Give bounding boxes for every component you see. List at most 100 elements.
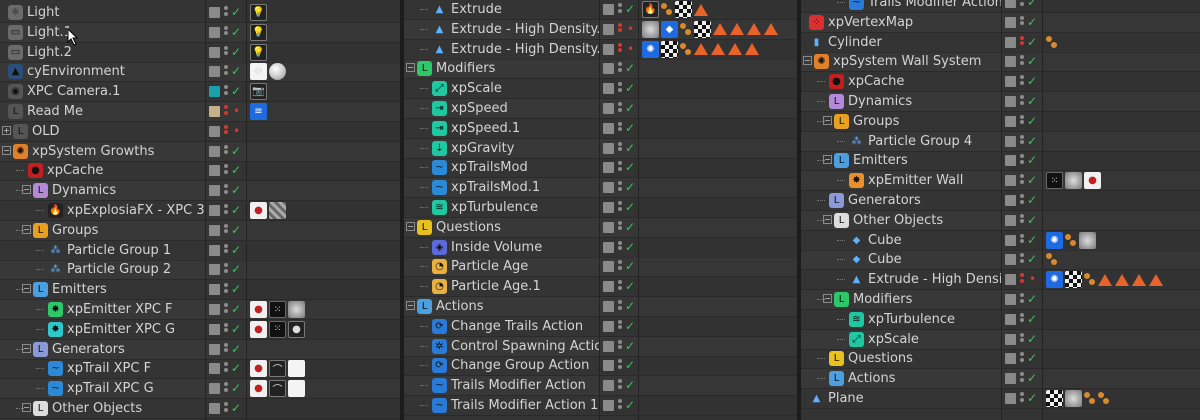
visibility-dots[interactable]: [224, 164, 228, 177]
checker-material-tag-icon[interactable]: [1065, 271, 1082, 289]
enabled-check-icon[interactable]: ✓: [231, 320, 241, 339]
enabled-check-icon[interactable]: ✓: [1027, 171, 1037, 190]
layer-color-swatch[interactable]: [1005, 313, 1016, 325]
object-name-cell[interactable]: ≋ xpTurbulence: [849, 310, 955, 329]
selection-tag-icon[interactable]: [1046, 251, 1058, 268]
layer-color-swatch[interactable]: [603, 340, 614, 352]
object-name-cell[interactable]: ● xpCache: [829, 72, 904, 91]
enabled-check-icon[interactable]: ✓: [231, 399, 241, 418]
triangle-tag-icon[interactable]: [694, 1, 708, 18]
visibility-dots[interactable]: [224, 144, 228, 158]
tree-row[interactable]: ~ Trails Modifier Action 1: [801, 0, 1015, 13]
xp-cache-tag-icon[interactable]: ●: [250, 202, 267, 219]
enabled-check-icon[interactable]: ✓: [1027, 33, 1037, 52]
triangle-tag-icon[interactable]: [728, 41, 742, 58]
visibility-dots[interactable]: [618, 201, 622, 214]
object-tag-icon[interactable]: ⌒: [269, 360, 286, 378]
tree-row[interactable]: ⤢ xpScale: [801, 330, 1001, 350]
object-name-cell[interactable]: L Questions: [829, 349, 913, 368]
enabled-check-icon[interactable]: ✓: [231, 340, 241, 359]
white-material-tag-icon[interactable]: ⊖: [250, 63, 267, 81]
layer-color-swatch[interactable]: [1005, 76, 1016, 88]
enabled-check-icon[interactable]: ✓: [1027, 290, 1037, 309]
noise-material-tag-icon[interactable]: [1065, 390, 1082, 407]
object-name-cell[interactable]: ✸ xpEmitter XPC G: [48, 320, 175, 339]
object-name-cell[interactable]: L Groups: [834, 112, 899, 131]
visibility-dots[interactable]: [1020, 332, 1024, 346]
tree-row[interactable]: 🔥 xpExplosiaFX - XPC 3: [0, 201, 205, 221]
object-name-cell[interactable]: ⤢ xpScale: [849, 330, 919, 349]
enabled-check-icon[interactable]: ✓: [1027, 112, 1037, 131]
visibility-dots[interactable]: [618, 379, 622, 392]
enabled-check-icon[interactable]: ✓: [625, 59, 635, 78]
triangle-tag-icon[interactable]: [1115, 271, 1129, 288]
triangle-tag-icon[interactable]: [1149, 271, 1163, 288]
xp-cache-tag-icon[interactable]: ●: [250, 380, 267, 398]
layer-color-swatch[interactable]: [603, 241, 614, 253]
layer-color-swatch[interactable]: [209, 165, 220, 177]
object-name-cell[interactable]: ⁂ Particle Group 2: [48, 260, 172, 279]
object-name-cell[interactable]: ⁂ Particle Group 1: [48, 241, 172, 260]
visibility-dots[interactable]: [224, 303, 228, 316]
enabled-check-icon[interactable]: ✓: [231, 359, 241, 378]
layer-color-swatch[interactable]: [209, 264, 220, 276]
object-name-cell[interactable]: ~ xpTrailsMod: [432, 158, 528, 177]
tree-row[interactable]: ≋ xpTurbulence: [404, 198, 599, 218]
enabled-check-icon[interactable]: ✓: [231, 161, 241, 180]
selection-tag-icon[interactable]: [1065, 232, 1077, 249]
tree-row[interactable]: ◆ Cube: [801, 250, 1001, 271]
layer-color-swatch[interactable]: [209, 125, 220, 137]
layer-color-swatch[interactable]: [209, 224, 220, 236]
visibility-dots[interactable]: [1020, 75, 1024, 88]
object-name-cell[interactable]: L Generators: [33, 340, 125, 359]
collapse-toggle[interactable]: −: [406, 63, 415, 73]
layer-color-swatch[interactable]: [209, 106, 220, 117]
enabled-check-icon[interactable]: ✓: [1027, 389, 1037, 408]
tree-row[interactable]: − L Modifiers: [801, 290, 1001, 310]
blue-tag-icon[interactable]: ✺: [1046, 271, 1063, 289]
tree-row[interactable]: ✸ xpEmitter XPC G: [0, 320, 205, 340]
object-name-cell[interactable]: ◆ Cube: [849, 231, 902, 250]
tree-row[interactable]: ◔ Particle Age: [404, 257, 599, 278]
object-tag-icon[interactable]: 📷: [250, 83, 267, 101]
object-name-cell[interactable]: L Other Objects: [834, 211, 943, 230]
object-name-cell[interactable]: L Read Me: [8, 102, 83, 121]
object-name-cell[interactable]: ▭ Light.2: [8, 43, 72, 62]
layer-color-swatch[interactable]: [603, 261, 614, 273]
visibility-dots[interactable]: [618, 102, 622, 115]
enabled-check-icon[interactable]: ✓: [625, 79, 635, 98]
disabled-marker-icon[interactable]: •: [1029, 270, 1036, 289]
visibility-dots[interactable]: [1020, 134, 1024, 148]
selection-tag-icon[interactable]: [1098, 390, 1110, 407]
layer-color-swatch[interactable]: [209, 284, 220, 296]
noise-material-tag-icon[interactable]: [1079, 231, 1096, 249]
visibility-dots[interactable]: [1020, 253, 1024, 266]
visibility-dots[interactable]: [1020, 0, 1024, 9]
visibility-dots[interactable]: [224, 223, 228, 237]
object-name-cell[interactable]: ⇥ xpSpeed: [432, 99, 508, 118]
tree-row[interactable]: L Questions: [801, 349, 1001, 370]
tree-row[interactable]: ▮ Cylinder: [801, 33, 1001, 53]
layer-color-swatch[interactable]: [1005, 333, 1016, 345]
visibility-dots[interactable]: [224, 65, 228, 78]
enabled-check-icon[interactable]: ✓: [1027, 231, 1037, 250]
enabled-check-icon[interactable]: ✓: [231, 181, 241, 200]
blue-tag-icon[interactable]: ✺: [1046, 231, 1063, 249]
layer-color-swatch[interactable]: [1005, 353, 1016, 365]
object-name-cell[interactable]: L Other Objects: [33, 399, 142, 418]
object-name-cell[interactable]: ▲ Extrude - High Density.1: [432, 20, 609, 39]
layer-color-swatch[interactable]: [1005, 155, 1016, 167]
visibility-dots[interactable]: [618, 319, 622, 333]
visibility-dots[interactable]: [224, 342, 228, 356]
layer-color-swatch[interactable]: [603, 221, 614, 233]
tree-row[interactable]: − L Dynamics: [0, 181, 205, 202]
visibility-dots[interactable]: [224, 402, 228, 415]
visibility-dots[interactable]: [618, 339, 622, 353]
xp-cache-tag-icon[interactable]: ●: [250, 320, 267, 338]
enabled-check-icon[interactable]: ✓: [1027, 72, 1037, 91]
enabled-check-icon[interactable]: ✓: [625, 317, 635, 336]
object-tag-icon[interactable]: 💡: [250, 23, 267, 41]
tree-row[interactable]: ◉ XPC Camera.1: [0, 82, 205, 103]
object-name-cell[interactable]: L Emitters: [834, 151, 908, 170]
triangle-tag-icon[interactable]: [711, 41, 725, 58]
